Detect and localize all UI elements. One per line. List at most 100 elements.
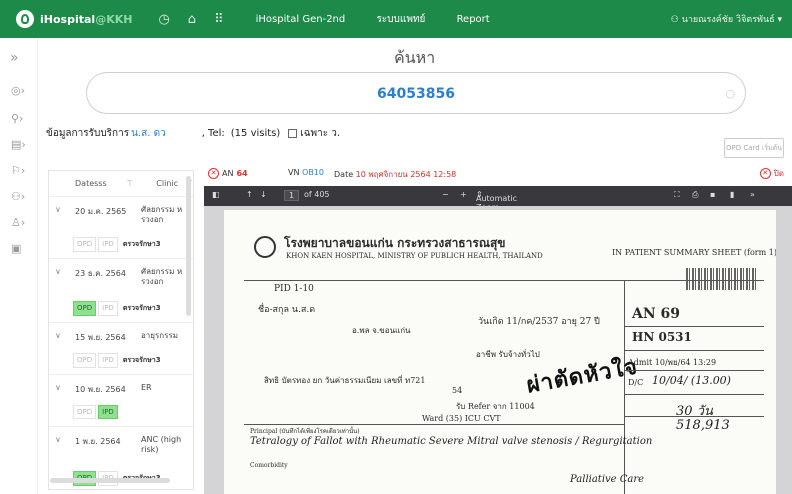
visit-row[interactable]: ∨ 23 ธ.ค. 2564 ศัลยกรรม หรวงอก OPD IPD ตรวจรั…: [49, 259, 193, 323]
name-field: ชื่อ-สกุล น.ส.ด: [258, 305, 316, 315]
visits-vertical-scrollbar[interactable]: [186, 176, 191, 316]
patient-name[interactable]: น.ส. ดว: [131, 126, 166, 141]
hospital-name-en: KHON KAEN HOSPITAL, MINISTRY OF PUBLICH …: [286, 252, 543, 260]
only-checkbox[interactable]: [288, 129, 298, 138]
address-field: อ.พล จ.ขอนแก่น: [352, 326, 411, 335]
an-field: AN 69: [632, 306, 681, 322]
column-header-date[interactable]: Datesss: [75, 179, 127, 188]
print-icon[interactable]: ⎙: [692, 190, 698, 200]
visit-tag-ipd[interactable]: IPD: [98, 237, 118, 252]
visit-clinic: ศัลยกรรม หรวงอก: [141, 205, 183, 224]
sidebar-toggle-icon[interactable]: ◧: [212, 190, 220, 199]
more-tools-icon[interactable]: »: [750, 190, 755, 199]
visit-date: 15 พ.ย. 2564: [75, 333, 126, 342]
visit-type-tags: OPDIPDตรวจรักษา3: [73, 237, 166, 252]
save-icon[interactable]: ▪: [710, 190, 715, 199]
layers-icon[interactable]: ◎›: [11, 84, 29, 97]
service-info-label: ข้อมูลการรับบริการ: [46, 128, 130, 139]
chevron-down-icon[interactable]: ∨: [55, 267, 61, 276]
visit-tag-opd[interactable]: OPD: [73, 405, 97, 419]
search-input[interactable]: 64053856 ○: [86, 72, 746, 114]
user-icon: ⚇: [670, 15, 682, 25]
user-icon[interactable]: ♙›: [11, 216, 29, 229]
visit-tag-ipd[interactable]: IPD: [98, 405, 118, 419]
chevron-down-icon: ▾: [774, 15, 782, 25]
visits-table: Datesss ⊤ Clinic ⊤ ∨ 20 ม.ค. 2565 ศัลยกรรม…: [48, 170, 194, 490]
filter-icon[interactable]: ⊤: [127, 179, 157, 188]
visit-tag-opd[interactable]: OPD: [73, 301, 97, 316]
document-header: ✕ AN 64 VN OB10 Date 10 พฤศจิกายน 2564 1…: [200, 164, 792, 184]
zoom-out-icon[interactable]: −: [442, 190, 449, 199]
nav-doctor-system[interactable]: ระบบแพทย์: [376, 14, 425, 25]
principal-label: Principal (บันทึกได้เพียงโรคเดียวเท่านั้…: [250, 428, 360, 435]
an-info: ✕ AN 64: [208, 168, 248, 179]
visit-date: 23 ธ.ค. 2564: [75, 269, 126, 278]
document-icon[interactable]: ▣: [11, 242, 29, 255]
zoom-in-icon[interactable]: +: [460, 190, 467, 199]
chevron-down-icon[interactable]: ∨: [55, 205, 61, 214]
comorbidity-label: Comorbidity: [250, 462, 288, 469]
dc-handwritten: 10/04/ (13.00): [652, 374, 731, 387]
top-nav: iHospital Gen-2nd ระบบแพทย์ Report: [256, 12, 518, 27]
apps-grid-icon[interactable]: ⠿: [214, 12, 224, 27]
visit-tag-treatment[interactable]: ตรวจรักษา3: [120, 353, 164, 368]
nav-report[interactable]: Report: [457, 14, 490, 25]
surgery-stamp: ผ่าตัดหัวใจ: [524, 353, 640, 399]
nav-ihospital-gen2[interactable]: iHospital Gen-2nd: [256, 14, 346, 25]
page-count: of 405: [304, 190, 330, 199]
bookmark-icon[interactable]: ▮: [730, 190, 734, 199]
visit-tag-treatment[interactable]: ตรวจรักษา3: [120, 301, 164, 316]
visit-tag-treatment[interactable]: ตรวจรักษา3: [120, 237, 164, 252]
visit-row[interactable]: ∨ 20 ม.ค. 2565 ศัลยกรรม หรวงอก OPD IPD ตรวจรั…: [49, 197, 193, 259]
document-date: Date 10 พฤศจิกายน 2564 12:58: [334, 168, 456, 181]
visit-date: 1 พ.ย. 2564: [75, 437, 121, 446]
opd-card-button[interactable]: OPD Card เริ่มต้น: [724, 138, 784, 158]
building-icon[interactable]: ▤›: [11, 138, 29, 151]
hospital-name-th: โรงพยาบาลขอนแก่น กระทรวงสาธารณสุข: [284, 236, 506, 250]
person-walk-icon[interactable]: ⚲›: [11, 112, 29, 125]
app-logo[interactable]: iHospital @KKH: [16, 10, 132, 28]
visit-type-tags: OPDIPDตรวจรักษา3: [73, 353, 166, 368]
visit-tag-ipd[interactable]: IPD: [98, 301, 118, 316]
scanned-document-page: โรงพยาบาลขอนแก่น กระทรวงสาธารณสุข KHON K…: [224, 210, 776, 494]
secondary-diagnosis: Palliative Care: [570, 474, 645, 485]
zoom-select[interactable]: Automatic Zoom ⇕: [476, 190, 517, 212]
visits-table-header: Datesss ⊤ Clinic ⊤: [49, 171, 193, 197]
column-header-clinic[interactable]: Clinic: [156, 179, 186, 188]
pid-field: PID 1-10: [274, 284, 314, 294]
cost-handwritten: 518,913: [676, 418, 730, 433]
chevron-down-icon[interactable]: ∨: [55, 383, 61, 392]
hospital-seal-icon: [254, 236, 276, 258]
clear-search-icon[interactable]: ○: [725, 87, 735, 100]
flag-icon[interactable]: ⚐›: [11, 164, 29, 177]
fullscreen-icon[interactable]: ⛶: [674, 190, 680, 200]
dashboard-icon[interactable]: ◷: [158, 12, 169, 27]
visit-tag-opd[interactable]: OPD: [73, 353, 97, 368]
page-number-input[interactable]: 1: [284, 190, 300, 201]
visit-row[interactable]: ∨ 10 พ.ย. 2564 ER OPD IPD: [49, 375, 193, 427]
next-page-icon[interactable]: ↓: [260, 190, 267, 199]
patient-tel: , Tel:: [201, 128, 225, 139]
chevron-down-icon[interactable]: ∨: [55, 331, 61, 340]
ward-field: Ward (35) ICU CVT: [422, 414, 501, 423]
home-icon[interactable]: ⌂: [188, 12, 196, 27]
occupation-field: อาชีพ รับจ้างทั่วไป: [476, 350, 540, 359]
visit-date: 20 ม.ค. 2565: [75, 207, 127, 216]
visits-horizontal-scrollbar[interactable]: [50, 478, 170, 483]
user-menu[interactable]: ⚇ นายณรงค์ชัย วิจิตรพันธ์ ▾: [671, 12, 782, 26]
visit-tag-opd[interactable]: OPD: [73, 237, 97, 252]
close-circle-icon[interactable]: ✕: [208, 168, 219, 179]
close-document-button[interactable]: ✕ ปิด: [759, 167, 784, 180]
visit-row[interactable]: ∨ 15 พ.ย. 2564 อายุรกรรม OPD IPD ตรวจรักษา3: [49, 323, 193, 375]
previous-page-icon[interactable]: ↑: [246, 190, 253, 199]
visit-tag-ipd[interactable]: IPD: [98, 353, 118, 368]
user-name: นายณรงค์ชัย วิจิตรพันธ์: [681, 15, 775, 25]
date-value: 10 พฤศจิกายน 2564 12:58: [355, 170, 457, 179]
close-circle-icon: ✕: [759, 168, 771, 179]
users-icon[interactable]: ⚇›: [11, 190, 29, 203]
vn-label: VN: [288, 168, 300, 177]
chevron-down-icon[interactable]: ∨: [55, 435, 61, 444]
right-field: สิทธิ บัตรทอง ยก วันค่าธรรมเนียม เลขที่ …: [264, 376, 426, 385]
close-label: ปิด: [773, 169, 784, 178]
sidebar-collapse-icon[interactable]: »: [10, 50, 19, 66]
